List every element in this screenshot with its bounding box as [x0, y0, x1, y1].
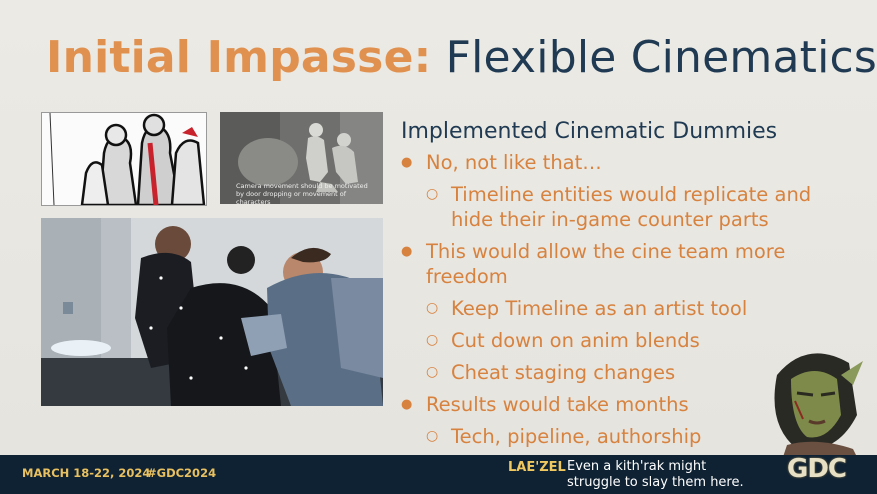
cinematic-dummy-image: Camera movement should be motivated by d…	[220, 112, 383, 204]
presentation-slide: Initial Impasse: Flexible Cinematics Cam…	[0, 0, 877, 455]
character-portrait	[757, 345, 873, 457]
event-footer: MARCH 18-22, 2024 #GDC2024 LAE'ZEL Even …	[0, 455, 877, 494]
bullet-item: No, not like that…	[401, 150, 841, 175]
speaker-quote: Even a kith'rak might struggle to slay t…	[567, 459, 757, 491]
storyboard-image	[41, 112, 207, 206]
quote-line: Even a kith'rak might	[567, 459, 707, 474]
quote-line: struggle to slay them here.	[567, 475, 744, 490]
event-hashtag: #GDC2024	[147, 466, 217, 480]
event-dates: MARCH 18-22, 2024	[22, 466, 151, 480]
speaker-name: LAE'ZEL	[508, 460, 566, 475]
sub-bullet-item: Timeline entities would replicate and hi…	[401, 182, 841, 232]
sub-bullet-item: Keep Timeline as an artist tool	[401, 296, 841, 321]
title-rest: Flexible Cinematics	[445, 32, 877, 83]
bullet-item: This would allow the cine team more free…	[401, 239, 841, 289]
slide-title: Initial Impasse: Flexible Cinematics	[46, 32, 877, 83]
subheading: Implemented Cinematic Dummies	[401, 119, 778, 144]
image-caption: Camera movement should be motivated by d…	[236, 182, 368, 204]
motion-capture-photo	[41, 218, 383, 406]
title-highlight: Initial Impasse:	[46, 32, 432, 83]
gdc-logo: GDC	[787, 454, 847, 484]
